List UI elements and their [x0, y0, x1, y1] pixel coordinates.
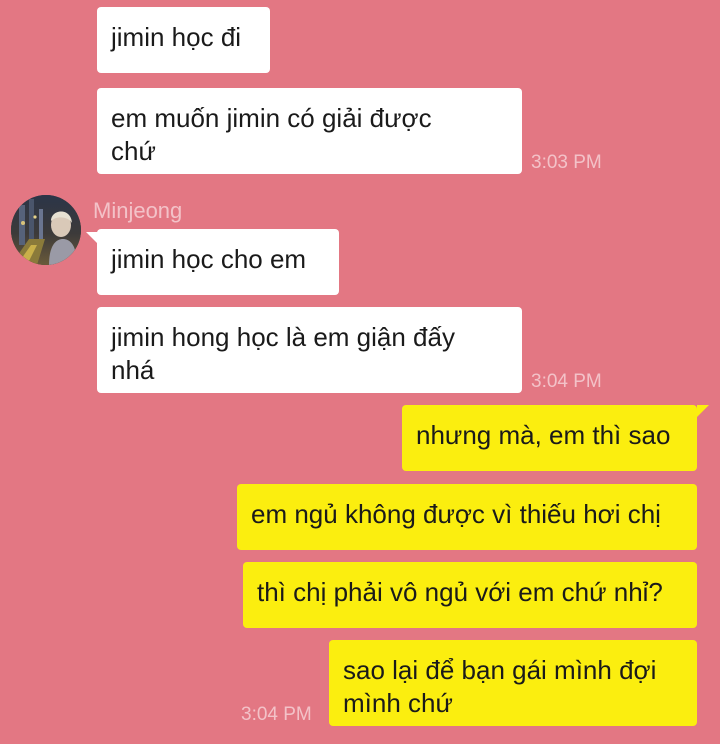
message-timestamp: 3:04 PM	[531, 371, 602, 392]
outgoing-message-bubble[interactable]: em ngủ không được vì thiếu hơi chị	[237, 484, 697, 550]
message-timestamp: 3:04 PM	[241, 704, 312, 725]
profile-photo-icon	[11, 195, 81, 265]
outgoing-message-bubble[interactable]: nhưng mà, em thì sao	[402, 405, 697, 471]
outgoing-message-bubble[interactable]: sao lại để bạn gái mình đợi mình chứ	[329, 640, 697, 726]
incoming-message-bubble[interactable]: em muốn jimin có giải được chứ	[97, 88, 522, 174]
incoming-message-bubble[interactable]: jimin hong học là em giận đấy nhá	[97, 307, 522, 393]
message-timestamp: 3:03 PM	[531, 152, 602, 173]
sender-avatar[interactable]	[11, 195, 81, 265]
bubble-tail	[697, 405, 709, 417]
incoming-message-bubble[interactable]: jimin học cho em	[97, 229, 339, 295]
sender-name: Minjeong	[93, 198, 183, 223]
incoming-message-bubble[interactable]: jimin học đi	[97, 7, 270, 73]
outgoing-message-bubble[interactable]: thì chị phải vô ngủ với em chứ nhỉ?	[243, 562, 697, 628]
